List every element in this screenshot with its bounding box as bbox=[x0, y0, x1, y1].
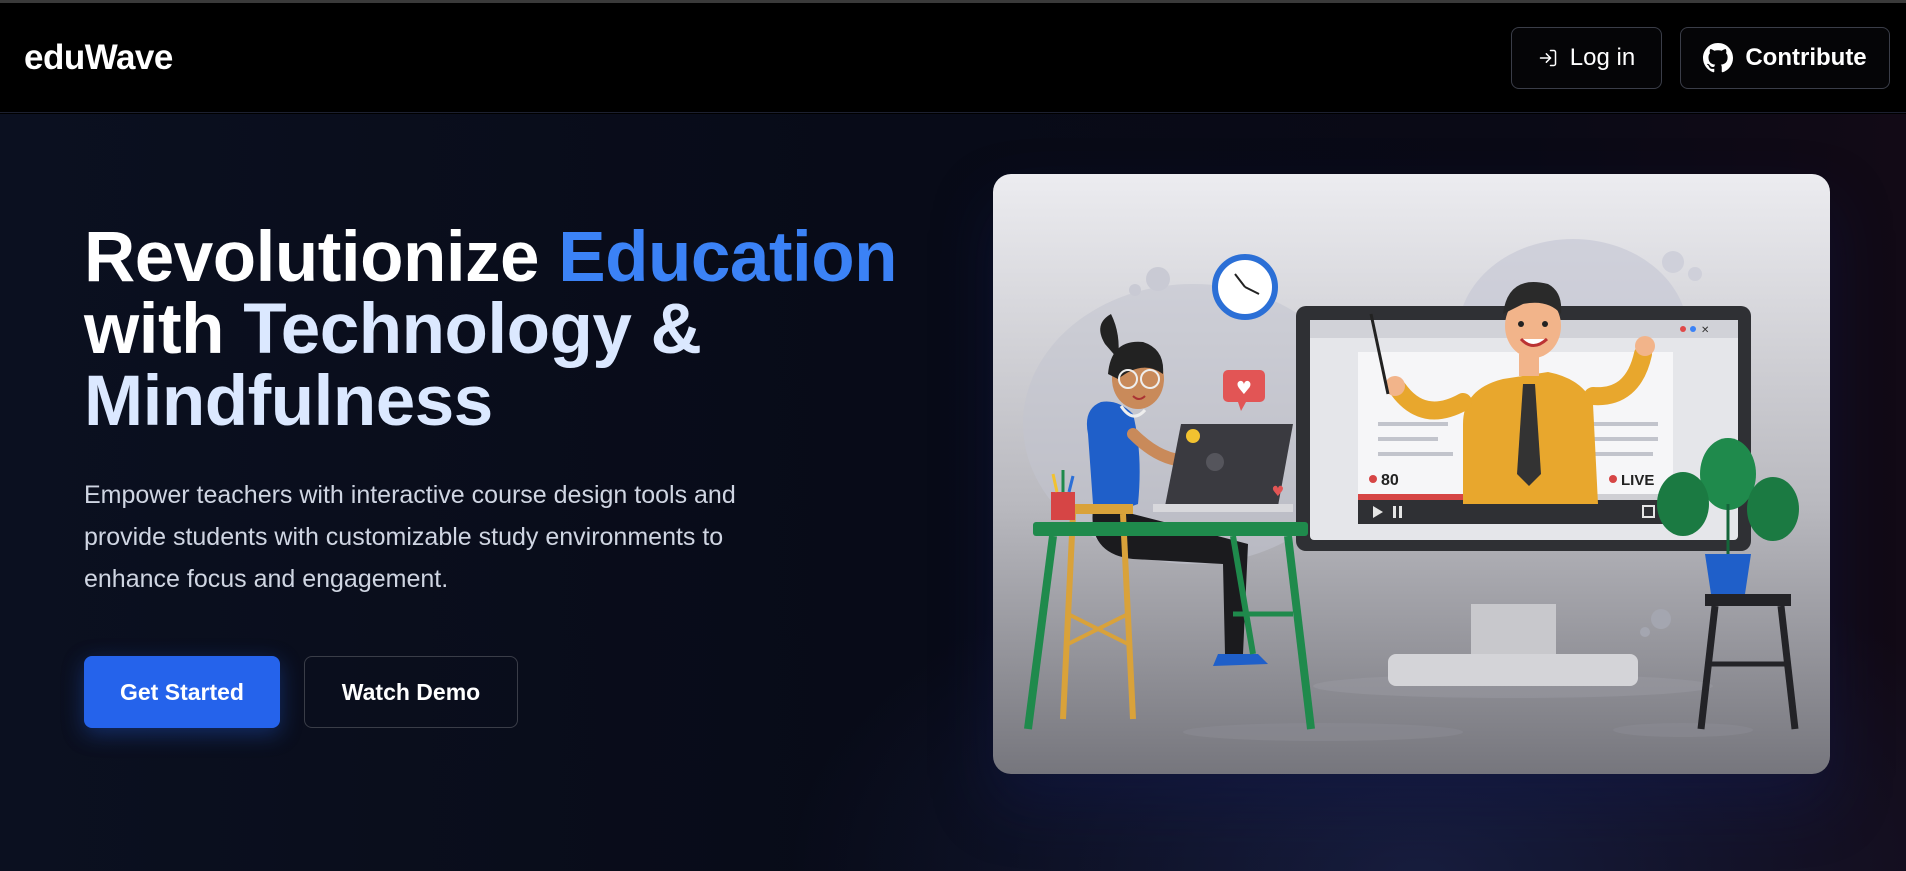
nav-actions: Log in Contribute bbox=[1511, 26, 1890, 89]
headline-highlight: Education bbox=[558, 218, 897, 297]
headline-part-3: with bbox=[84, 290, 244, 369]
viewer-count: 80 bbox=[1381, 472, 1399, 489]
hero-headline: Revolutionize Education with Technology &… bbox=[84, 222, 944, 438]
headline-part-5: Mindfulness bbox=[84, 362, 493, 441]
github-icon bbox=[1703, 42, 1734, 73]
login-label: Log in bbox=[1569, 43, 1636, 71]
hero-subtext: Empower teachers with interactive course… bbox=[84, 481, 736, 593]
get-started-button[interactable]: Get Started bbox=[84, 656, 280, 728]
hero-illustration: ✕ 80 LIVE ♥ ♥ bbox=[993, 174, 1830, 774]
headline-part-4: Technology & bbox=[243, 290, 702, 369]
watch-demo-button[interactable]: Watch Demo bbox=[304, 656, 518, 728]
contribute-button[interactable]: Contribute bbox=[1680, 26, 1890, 89]
login-icon bbox=[1538, 48, 1558, 68]
svg-text:✕: ✕ bbox=[1701, 325, 1709, 336]
contribute-label: Contribute bbox=[1745, 43, 1867, 71]
svg-text:♥: ♥ bbox=[1236, 378, 1252, 399]
hero-section: Revolutionize Education with Technology &… bbox=[0, 114, 1906, 871]
navbar: eduWave Log in Contribute bbox=[0, 3, 1906, 113]
svg-text:♥: ♥ bbox=[1272, 484, 1285, 500]
pencil-cup-graphic bbox=[1051, 470, 1075, 520]
live-badge: LIVE bbox=[1621, 472, 1654, 489]
clock-icon bbox=[1212, 254, 1278, 320]
brand-logo[interactable]: eduWave bbox=[24, 38, 173, 78]
login-button[interactable]: Log in bbox=[1511, 26, 1662, 89]
headline-part-1: Revolutionize bbox=[84, 218, 559, 297]
